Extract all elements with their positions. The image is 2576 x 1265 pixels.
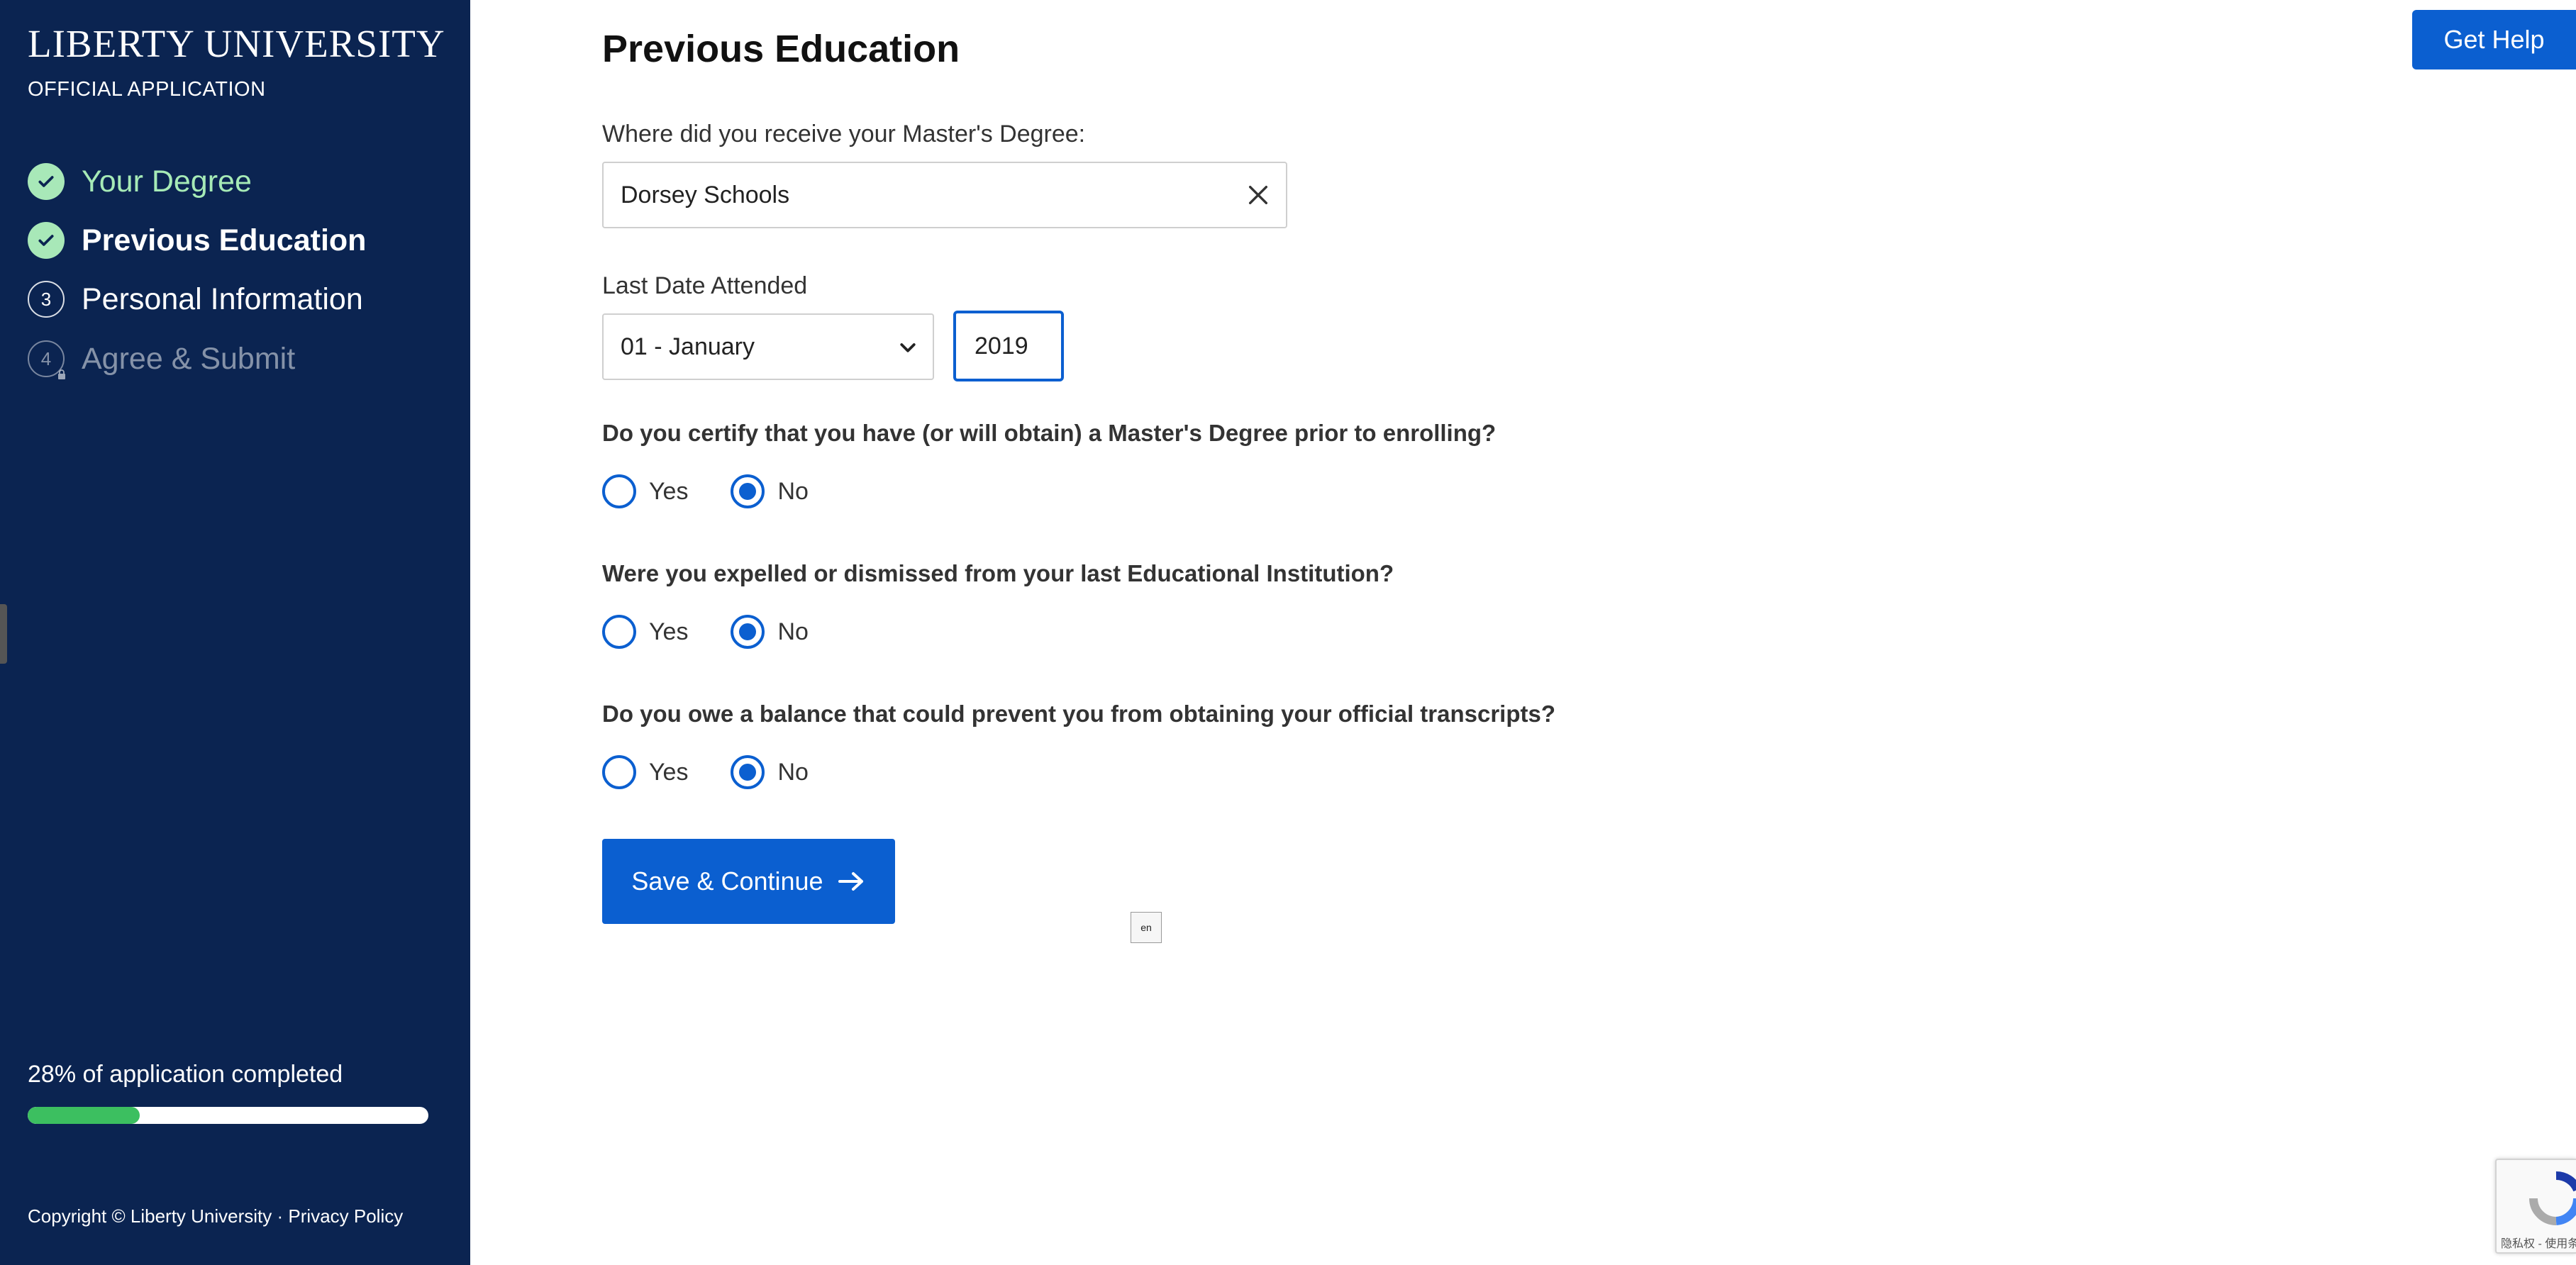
- radio-no[interactable]: No: [731, 755, 809, 789]
- copyright-text: Copyright © Liberty University: [28, 1205, 272, 1227]
- radio-button[interactable]: [602, 755, 636, 789]
- radio-button[interactable]: [731, 755, 765, 789]
- arrow-right-icon: [838, 872, 863, 891]
- step-label: Agree & Submit: [82, 341, 296, 376]
- step-label: Your Degree: [82, 164, 252, 199]
- step-personal-information[interactable]: 3 Personal Information: [28, 281, 363, 318]
- progress-bar-fill: [28, 1107, 140, 1124]
- chevron-down-icon: [900, 343, 916, 352]
- step-previous-education[interactable]: Previous Education: [28, 222, 366, 259]
- recaptcha-terms[interactable]: 隐私权 - 使用条款: [2501, 1234, 2576, 1251]
- sidebar: LIBERTY UNIVERSITY OFFICIAL APPLICATION …: [0, 0, 470, 1265]
- lock-icon: [58, 369, 65, 379]
- radio-label: No: [777, 758, 809, 786]
- last-date-label: Last Date Attended: [602, 272, 808, 299]
- step-label: Personal Information: [82, 282, 363, 316]
- application-subtitle: OFFICIAL APPLICATION: [28, 78, 266, 101]
- question-balance-owed: Do you owe a balance that could prevent …: [602, 701, 1556, 727]
- progress-bar: [28, 1107, 428, 1124]
- step-number: 4: [40, 347, 52, 369]
- question-expelled: Were you expelled or dismissed from your…: [602, 560, 1394, 586]
- month-select[interactable]: 01 - January: [602, 313, 934, 380]
- year-input[interactable]: 2019: [953, 311, 1064, 381]
- step-label: Previous Education: [82, 223, 367, 257]
- footer-separator: ·: [277, 1205, 284, 1227]
- step-your-degree[interactable]: Your Degree: [28, 163, 252, 200]
- radio-no[interactable]: No: [731, 474, 809, 508]
- radio-label: Yes: [649, 618, 689, 645]
- radio-yes[interactable]: Yes: [602, 474, 688, 508]
- school-label: Where did you receive your Master's Degr…: [602, 121, 1086, 147]
- step-agree-submit: 4 Agree & Submit: [28, 340, 296, 379]
- translate-icon[interactable]: en: [1131, 912, 1162, 943]
- checkmark-icon: [28, 163, 65, 200]
- month-value: 01 - January: [621, 333, 755, 360]
- checkmark-icon: [28, 222, 65, 259]
- radio-button[interactable]: [602, 474, 636, 508]
- question-masters-certify: Do you certify that you have (or will ob…: [602, 420, 1497, 446]
- save-continue-button[interactable]: Save & Continue: [602, 839, 895, 924]
- radio-button[interactable]: [731, 474, 765, 508]
- radio-group-balance-owed: Yes No: [602, 755, 851, 789]
- progress-text: 28% of application completed: [28, 1061, 343, 1088]
- radio-group-masters-certify: Yes No: [602, 474, 851, 508]
- side-handle[interactable]: [0, 604, 7, 664]
- radio-label: Yes: [649, 758, 689, 786]
- translate-label: en: [1140, 922, 1152, 933]
- brand-logo: LIBERTY UNIVERSITY: [28, 22, 445, 65]
- privacy-policy-link[interactable]: Privacy Policy: [288, 1205, 403, 1227]
- recaptcha-badge[interactable]: 隐私权 - 使用条款: [2495, 1159, 2576, 1254]
- radio-yes[interactable]: Yes: [602, 755, 688, 789]
- school-input[interactable]: Dorsey Schools: [602, 162, 1287, 228]
- radio-label: No: [777, 618, 809, 645]
- year-value: 2019: [975, 332, 1028, 360]
- radio-label: No: [777, 477, 809, 505]
- radio-group-expelled: Yes No: [602, 615, 851, 649]
- radio-button[interactable]: [731, 615, 765, 649]
- radio-no[interactable]: No: [731, 615, 809, 649]
- copyright-footer: Copyright © Liberty University · Privacy…: [28, 1205, 403, 1227]
- close-icon[interactable]: [1240, 177, 1276, 213]
- recaptcha-icon: [2529, 1171, 2576, 1225]
- save-continue-label: Save & Continue: [631, 866, 823, 896]
- radio-yes[interactable]: Yes: [602, 615, 688, 649]
- radio-button[interactable]: [602, 615, 636, 649]
- step-number-badge: 3: [28, 281, 65, 318]
- school-value: Dorsey Schools: [621, 181, 790, 208]
- radio-label: Yes: [649, 477, 689, 505]
- step-number-badge: 4: [28, 340, 65, 379]
- page-title: Previous Education: [602, 28, 960, 70]
- get-help-button[interactable]: Get Help: [2412, 10, 2576, 69]
